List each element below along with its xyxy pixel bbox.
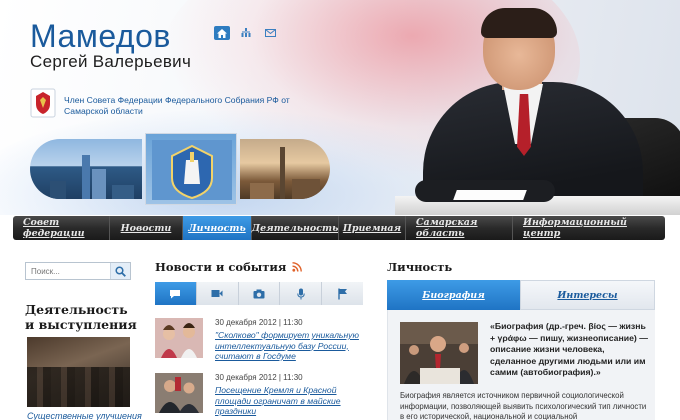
tab-news-events[interactable] <box>322 282 363 305</box>
search-input[interactable] <box>26 263 110 279</box>
nav-item-personality[interactable]: Личность <box>183 216 251 240</box>
microphone-icon <box>297 288 305 299</box>
senator-position: Член Совета Федерации Федерального Собра… <box>64 95 290 116</box>
sitemap-icon[interactable] <box>238 26 254 40</box>
news-heading: Новости и события <box>155 260 287 274</box>
mail-icon[interactable] <box>262 26 278 40</box>
region-emblem-photo <box>145 133 237 205</box>
senator-portrait <box>395 0 680 215</box>
biography-text: Биография является источником первичной … <box>400 391 647 420</box>
news-thumbnail[interactable] <box>155 373 203 413</box>
region-photo-strip <box>30 133 330 205</box>
nav-item-news[interactable]: Новости <box>110 216 182 240</box>
biography-panel: «Биография (др.-греч. βίος — жизнь + γρά… <box>387 310 655 420</box>
header-icon-bar <box>214 26 278 40</box>
search-button[interactable] <box>110 263 130 279</box>
news-thumbnail[interactable] <box>155 318 203 358</box>
nav-item-info-center[interactable]: Информационный центр <box>513 216 664 240</box>
activities-photo[interactable] <box>27 337 130 407</box>
nav-item-federation-council[interactable]: Совет федерации <box>13 216 109 240</box>
nav-item-reception[interactable]: Приемная <box>339 216 405 240</box>
search-icon <box>115 265 126 277</box>
news-link[interactable]: Посещение Кремля и Красной площади огран… <box>215 385 365 417</box>
main-nav: Совет федерации Новости Личность Деятель… <box>13 216 665 240</box>
rss-icon[interactable] <box>292 262 302 272</box>
coat-of-arms-icon <box>30 88 56 118</box>
biography-photo <box>400 322 478 384</box>
news-filter-tabs <box>155 282 363 305</box>
tab-biography[interactable]: Биография <box>387 280 520 310</box>
search-box <box>25 262 131 280</box>
activities-link[interactable]: Существенные улучшения <box>27 411 142 420</box>
news-date: 30 декабря 2012 | 11:30 <box>215 318 303 327</box>
personality-tabs: Биография Интересы <box>387 280 655 310</box>
tab-news-audio[interactable] <box>280 282 323 305</box>
flag-icon <box>337 288 347 299</box>
site-title[interactable]: Мамедов <box>30 18 171 55</box>
tab-news-text[interactable] <box>155 282 197 305</box>
chat-icon <box>170 289 181 298</box>
tab-news-video[interactable] <box>196 282 239 305</box>
city-photo <box>30 139 142 199</box>
header: Мамедов Сергей Валерьевич Член Совета Фе… <box>0 0 680 215</box>
tab-interests[interactable]: Интересы <box>520 280 655 310</box>
nav-item-samara-region[interactable]: Самарская область <box>406 216 512 240</box>
news-date: 30 декабря 2012 | 11:30 <box>215 373 303 382</box>
nav-item-activity[interactable]: Деятельность <box>252 216 339 240</box>
video-icon <box>211 290 223 297</box>
activities-heading: Деятельность и выступления <box>25 302 137 332</box>
biography-quote: «Биография (др.-греч. βίος — жизнь + γρά… <box>490 321 648 377</box>
personality-heading: Личность <box>387 260 453 274</box>
site-subtitle: Сергей Валерьевич <box>30 52 192 71</box>
news-link[interactable]: "Сколково" формирует уникальную интеллек… <box>215 330 365 362</box>
monument-photo <box>240 139 330 199</box>
photo-icon <box>253 289 265 298</box>
tab-news-photo[interactable] <box>238 282 281 305</box>
home-icon[interactable] <box>214 26 230 40</box>
